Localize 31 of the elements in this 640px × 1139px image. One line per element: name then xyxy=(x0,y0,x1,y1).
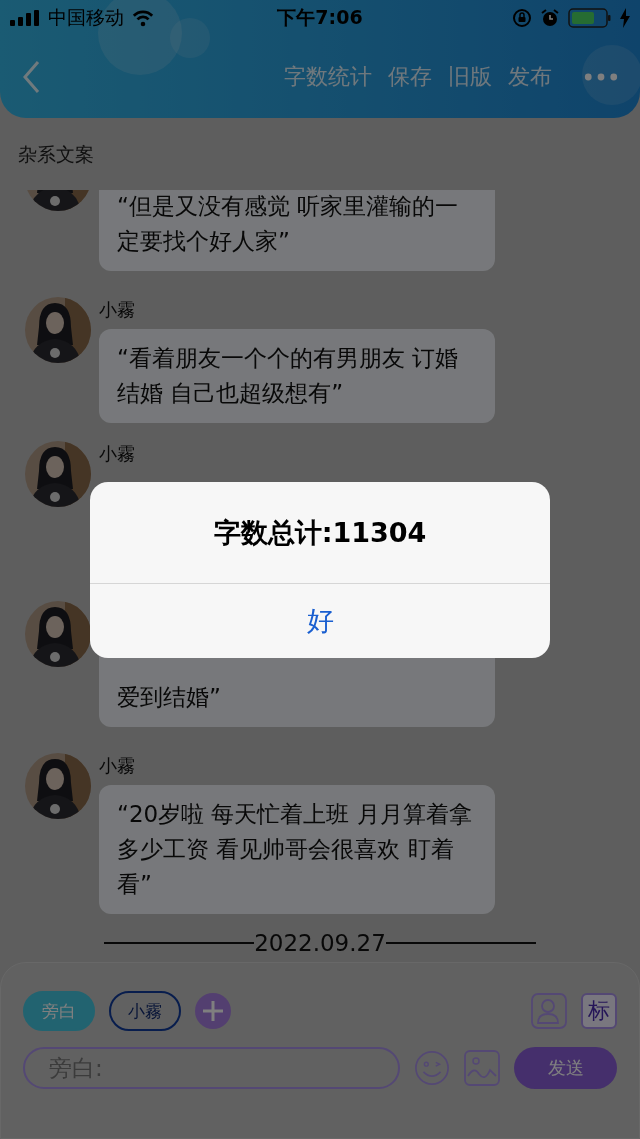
send-button[interactable]: 发送 xyxy=(514,1047,617,1089)
date-divider: 2022.09.27 xyxy=(254,930,386,956)
more-icon[interactable] xyxy=(584,72,618,82)
nav-action[interactable]: 字数统计 xyxy=(284,62,372,92)
carrier-name: 中国移动 xyxy=(48,5,124,30)
battery-icon xyxy=(568,8,612,28)
nav-action[interactable]: 保存 xyxy=(388,62,432,92)
nav-action[interactable]: 发布 xyxy=(508,62,552,92)
emoji-icon[interactable] xyxy=(414,1050,451,1086)
charging-icon xyxy=(620,8,630,28)
alert-message: 字数总计:11304 xyxy=(90,482,550,584)
add-icon[interactable] xyxy=(195,993,231,1029)
rotation-lock-icon xyxy=(512,8,532,28)
sender-name: 小霧 xyxy=(99,755,135,776)
back-icon[interactable] xyxy=(22,60,42,94)
tag-button[interactable]: 标 xyxy=(581,993,617,1029)
role-chip[interactable]: 旁白 xyxy=(23,991,95,1031)
sender-name: 小霧 xyxy=(99,299,135,320)
image-icon[interactable] xyxy=(464,1050,501,1086)
person-icon[interactable] xyxy=(531,993,567,1029)
section-title: 杂系文案 xyxy=(17,142,95,167)
alarm-icon xyxy=(540,8,560,28)
message-bubble: “但是又没有感觉 听家里灌输的一定要找个好人家” xyxy=(99,190,495,271)
wifi-icon xyxy=(132,9,154,27)
message-bubble: “看着朋友一个个的有男朋友 订婚结婚 自己也超级想有” xyxy=(99,329,495,423)
role-chip[interactable]: 小霧 xyxy=(109,991,181,1031)
message-bubble: “20岁啦 每天忙着上班 月月算着拿多少工资 看见帅哥会很喜欢 盯着看” xyxy=(99,785,495,914)
signal-icon xyxy=(10,10,40,26)
nav-action[interactable]: 旧版 xyxy=(448,62,492,92)
status-time: 下午7:06 xyxy=(277,5,363,30)
sender-name: 小霧 xyxy=(99,443,135,464)
